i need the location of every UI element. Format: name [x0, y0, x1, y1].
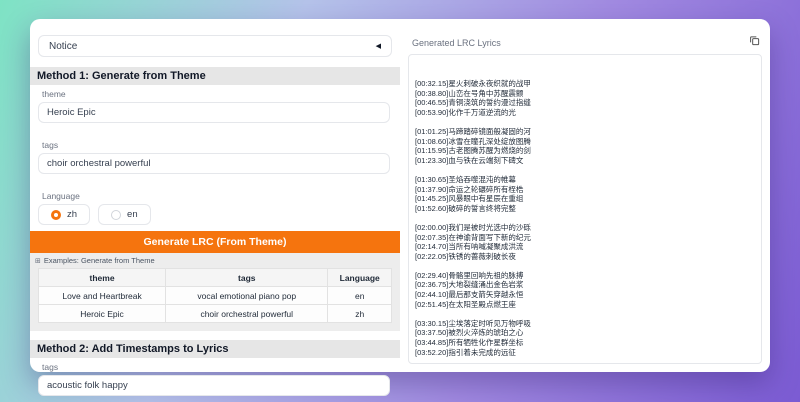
examples-table: theme tags Language Love and Heartbreak …: [37, 268, 392, 323]
theme-label: theme: [42, 89, 66, 99]
copy-button[interactable]: [747, 33, 762, 48]
example-cell[interactable]: choir orchestral powerful: [165, 304, 329, 323]
notice-label: Notice: [49, 40, 78, 52]
example-cell[interactable]: en: [327, 286, 392, 305]
example-cell[interactable]: zh: [327, 304, 392, 323]
lyrics-text[interactable]: [00:32.15]星火刺破永夜织就的战甲 [00:38.80]山峦在号角中苏醒…: [415, 79, 753, 357]
examples-col-language: Language: [327, 268, 392, 287]
generate-lrc-button[interactable]: Generate LRC (From Theme): [30, 231, 400, 253]
method2-header: Method 2: Add Timestamps to Lyrics: [30, 340, 400, 358]
radio-unselected-icon: [111, 209, 122, 220]
form-column: Notice ◀ Method 1: Generate from Theme t…: [30, 19, 400, 396]
example-row[interactable]: Heroic Epic choir orchestral powerful zh: [37, 304, 392, 323]
examples-title: Examples: Generate from Theme: [43, 256, 155, 265]
example-cell[interactable]: vocal emotional piano pop: [165, 286, 329, 305]
output-header-row: Generated LRC Lyrics: [400, 33, 762, 48]
method2-tags-input[interactable]: [38, 375, 390, 396]
output-column: Generated LRC Lyrics [00:32.15]星火刺破永夜织就的…: [400, 19, 770, 372]
method2-tags-label: tags: [42, 362, 59, 372]
example-cell[interactable]: Heroic Epic: [37, 304, 167, 323]
output-label: Generated LRC Lyrics: [412, 38, 501, 48]
collapse-arrow-icon: ◀: [375, 43, 381, 50]
lyrics-output-box[interactable]: [00:32.15]星火刺破永夜织就的战甲 [00:38.80]山峦在号角中苏醒…: [408, 54, 762, 364]
language-option-zh[interactable]: zh: [38, 204, 91, 225]
method1-header: Method 1: Generate from Theme: [30, 67, 400, 85]
examples-col-tags: tags: [165, 268, 329, 287]
language-radio-group: zh en: [38, 204, 392, 225]
app-card: Notice ◀ Method 1: Generate from Theme t…: [30, 19, 770, 396]
tags-input[interactable]: [38, 153, 390, 174]
radio-selected-icon: [51, 209, 61, 220]
theme-input[interactable]: [38, 102, 390, 123]
copy-icon: [749, 34, 760, 49]
language-option-en-label: en: [127, 209, 138, 220]
tags-label: tags: [42, 140, 59, 150]
language-option-en[interactable]: en: [98, 204, 151, 225]
language-option-zh-label: zh: [67, 209, 78, 220]
examples-grid-icon: ⊞: [35, 257, 41, 265]
example-row[interactable]: Love and Heartbreak vocal emotional pian…: [37, 286, 392, 305]
example-cell[interactable]: Love and Heartbreak: [37, 286, 167, 305]
notice-accordion[interactable]: Notice ◀: [38, 35, 392, 57]
examples-header: ⊞ Examples: Generate from Theme: [30, 253, 400, 268]
language-label: Language: [42, 191, 80, 201]
examples-col-theme: theme: [37, 268, 167, 287]
examples-section: ⊞ Examples: Generate from Theme theme ta…: [30, 253, 400, 331]
